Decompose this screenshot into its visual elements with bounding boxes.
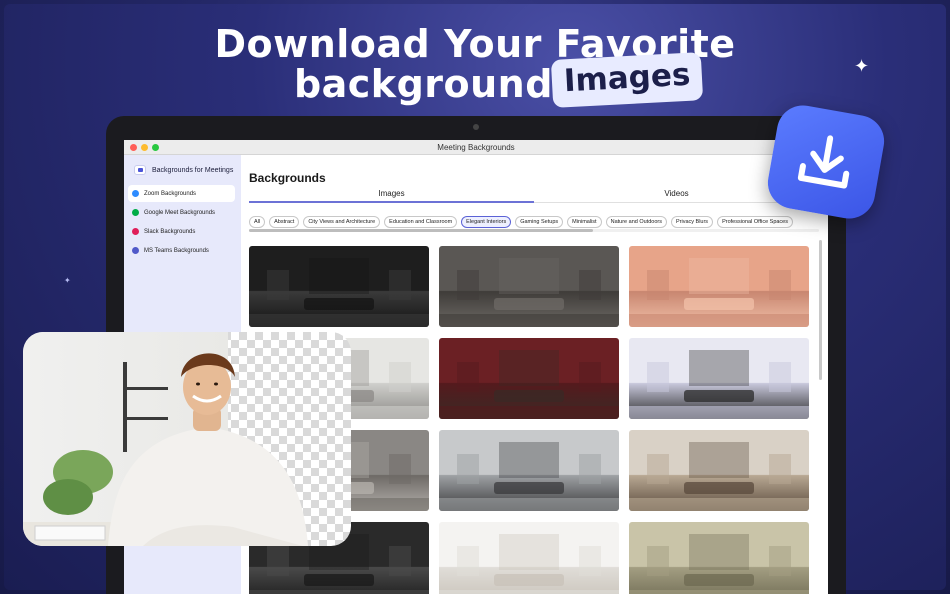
background-thumbnail-peach-living-room[interactable] [629,246,809,327]
filter-chip[interactable]: Minimalist [567,216,602,228]
minimize-button[interactable] [141,144,148,151]
filter-chip[interactable]: Privacy Blurs [670,216,714,228]
headline-line2: backgrounds [293,62,577,106]
zoom-icon [132,190,139,197]
app-header: Backgrounds for Meetings [124,155,241,183]
background-thumbnail-olive-grand-hall[interactable] [629,522,809,594]
filter-chip[interactable]: Education and Classroom [384,216,458,228]
background-thumbnail-chandelier-hall[interactable] [629,430,809,511]
sidebar-item-teams[interactable]: MS Teams Backgrounds [128,242,235,259]
background-thumbnail-lavender-console-table[interactable] [629,338,809,419]
background-thumbnail-grey-modern-lounge[interactable] [439,430,619,511]
filter-chip[interactable]: Gaming Setups [515,216,564,228]
filter-chip[interactable]: Nature and Outdoors [605,216,667,228]
sidebar-item-label: MS Teams Backgrounds [144,247,209,254]
window-title: Meeting Backgrounds [437,143,515,152]
vertical-scrollbar[interactable] [819,240,822,380]
sidebar-item-zoom[interactable]: Zoom Backgrounds [128,185,235,202]
sparkle-icon: ✦ [64,276,71,285]
background-thumbnail-white-arch-lounge[interactable] [439,522,619,594]
sidebar-item-label: Zoom Backgrounds [144,190,197,197]
filter-chip[interactable]: All [249,216,266,228]
background-thumbnail-dark-panel-room[interactable] [249,246,429,327]
window-titlebar: Meeting Backgrounds [124,140,828,155]
app-logo-icon [134,165,146,175]
zoom-button[interactable] [152,144,159,151]
headline-images-pill: Images [550,52,704,108]
filter-chip[interactable]: City Views and Architecture [303,216,381,228]
sidebar-item-google-meet[interactable]: Google Meet Backgrounds [128,204,235,221]
filter-chip[interactable]: Abstract [269,216,300,228]
sidebar-item-label: Google Meet Backgrounds [144,209,216,216]
google-meet-icon [132,209,139,216]
sidebar-item-slack[interactable]: Slack Backgrounds [128,223,235,240]
filter-chip[interactable]: Elegant Interiors [461,216,512,228]
headline-line1: Download Your Favorite [214,22,736,66]
person-cutout-photo [23,332,351,546]
teams-icon [132,247,139,254]
app-name: Backgrounds for Meetings [152,166,234,174]
background-thumbnail-maroon-room-window[interactable] [439,338,619,419]
tab-images[interactable]: Images [249,189,534,203]
horizontal-scrollbar[interactable] [249,229,819,232]
close-button[interactable] [130,144,137,151]
webcam [473,124,479,130]
download-badge [763,101,889,223]
slack-icon [132,228,139,235]
filter-chip[interactable]: Professional Office Spaces [717,216,793,228]
background-thumbnail-grey-lounge-wall-lights[interactable] [439,246,619,327]
tab-bar: Images Videos [249,189,819,205]
filter-chips: All Abstract City Views and Architecture Ed… [249,210,819,228]
page-title: Backgrounds [249,171,326,185]
download-icon [797,135,850,189]
sidebar-item-label: Slack Backgrounds [144,228,196,235]
